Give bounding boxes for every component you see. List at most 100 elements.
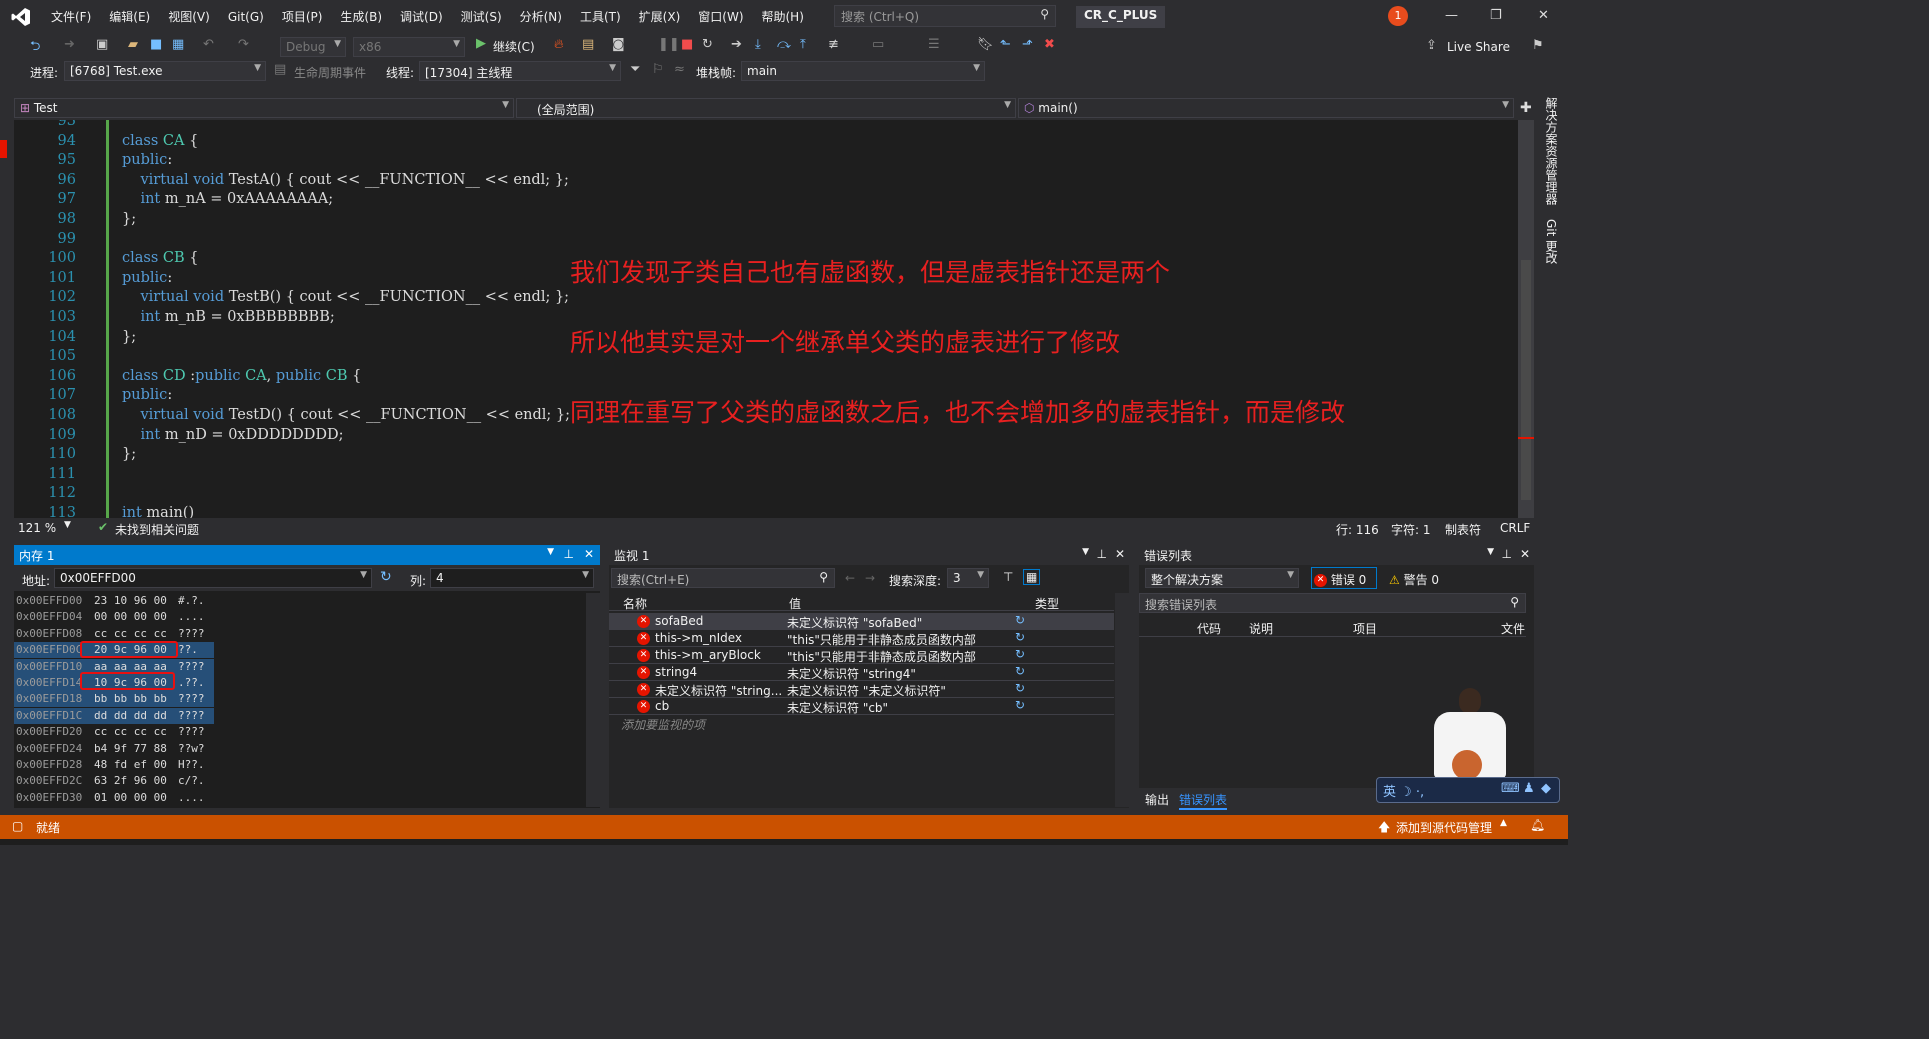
reevaluate-icon[interactable]: ↻ — [380, 569, 392, 585]
vs-logo-icon[interactable] — [0, 0, 42, 34]
menu-item[interactable]: 生成(B) — [331, 0, 391, 34]
code-line[interactable]: }; — [122, 211, 136, 227]
errors-filter-button[interactable]: ✕ 错误 0 — [1311, 567, 1377, 589]
stop-icon[interactable]: ■ — [681, 37, 693, 52]
pane-dropdown-icon[interactable]: ▼ — [1082, 547, 1089, 557]
refresh-icon[interactable]: ↻ — [1015, 630, 1025, 644]
continue-icon[interactable]: ▶ — [476, 36, 486, 51]
split-editor-icon[interactable]: ✚ — [1520, 100, 1532, 116]
code-line[interactable]: int m_nD = 0xDDDDDDDD; — [122, 427, 343, 443]
show-next-statement-icon[interactable]: ➔ — [731, 37, 742, 52]
minimize-button[interactable]: — — [1445, 8, 1458, 23]
columns-select[interactable]: 4 ▼ — [430, 568, 594, 588]
restart-icon[interactable]: ↻ — [702, 37, 713, 52]
close-button[interactable]: ✕ — [1538, 8, 1549, 23]
memory-row[interactable]: 0x00EFFD30 01 00 00 00.... — [14, 790, 214, 806]
col-code-header[interactable]: 代码 — [1197, 620, 1221, 637]
bookmark-icon[interactable]: 🔖︎ — [977, 37, 994, 52]
search-depth-select[interactable]: 3 ▼ — [947, 568, 989, 588]
step-into-icon[interactable]: ⤓ — [755, 37, 761, 52]
flag-icon[interactable]: ⚐ — [652, 62, 664, 77]
hex-icon[interactable]: ▦ — [1023, 569, 1041, 585]
process-select[interactable]: [6768] Test.exe ▼ — [64, 61, 266, 81]
pane-dropdown-icon[interactable]: ▼ — [1487, 547, 1494, 557]
memory-row[interactable]: 0x00EFFD1C dd dd dd dd???? — [14, 707, 214, 724]
ime-toolbar[interactable]: 英 ☽ ·, ⌨ ♟ ◆ — [1376, 777, 1560, 803]
code-line[interactable]: }; — [122, 446, 136, 462]
solution-explorer-tab[interactable]: 解决方案资源管理器 — [1543, 97, 1560, 205]
stack-frame-select[interactable]: main ▼ — [741, 61, 985, 81]
step-over-icon[interactable]: ⤼ — [777, 37, 791, 52]
live-share-button[interactable]: Live Share — [1447, 40, 1510, 54]
add-watch-hint[interactable]: 添加要监视的项 — [621, 716, 705, 733]
watch-name[interactable]: sofaBed — [655, 614, 781, 628]
refresh-icon[interactable]: ↻ — [1015, 681, 1025, 695]
col-file-header[interactable]: 文件 — [1501, 620, 1525, 637]
lifecycle-events-button[interactable]: 生命周期事件 — [294, 64, 366, 81]
watch-row[interactable]: ✕ cb 未定义标识符 "cb" ↻ — [609, 698, 1114, 715]
screenshot-icon[interactable]: ◙ — [612, 37, 625, 52]
error-scope-select[interactable]: 整个解决方案 ▼ — [1145, 568, 1299, 588]
watch-row[interactable]: ✕ 未定义标识符 "string... 未定义标识符 "未定义标识符" ↻ — [609, 681, 1114, 698]
keyboard-icon[interactable]: ⌨ — [1501, 781, 1520, 796]
pin-icon[interactable]: ⊥ — [564, 547, 574, 561]
scroll-thumb[interactable] — [1521, 260, 1531, 500]
live-share-icon[interactable]: ⇪ — [1426, 38, 1437, 53]
menu-item[interactable]: 调试(D) — [391, 0, 452, 34]
watch-row[interactable]: ✕ this->m_aryBlock "this"只能用于非静态成员函数内部 ↻ — [609, 647, 1114, 664]
watch-name[interactable]: cb — [655, 699, 781, 713]
memory-row[interactable]: 0x00EFFD20 cc cc cc cc???? — [14, 724, 214, 740]
notification-badge[interactable]: 1 — [1388, 6, 1408, 26]
watch-name[interactable]: this->m_nIdex — [655, 631, 781, 645]
output-tab[interactable]: 输出 — [1145, 791, 1169, 808]
menu-item[interactable]: 窗口(W) — [689, 0, 752, 34]
add-watch-item[interactable]: 添加要监视的项 — [609, 715, 1114, 732]
memory-row[interactable]: 0x00EFFD08 cc cc cc cc???? — [14, 626, 214, 642]
memory-row[interactable]: 0x00EFFD24 b4 9f 77 88 ??w? — [14, 741, 214, 757]
error-search-input[interactable]: 搜索错误列表 ⚲ — [1139, 593, 1526, 613]
next-bookmark-icon[interactable]: ⬏ — [1022, 37, 1033, 52]
redo-icon[interactable]: ↷ — [238, 37, 249, 52]
issues-status[interactable]: 未找到相关问题 — [115, 521, 199, 538]
code-line[interactable]: virtual void TestD() { cout << __FUNCTIO… — [122, 407, 570, 423]
maximize-button[interactable]: ❐ — [1490, 8, 1502, 23]
undo-icon[interactable]: ↶ — [203, 37, 214, 52]
step-out-icon[interactable]: ⤒ — [800, 37, 806, 52]
pin-icon[interactable]: ⊥ — [1502, 547, 1512, 561]
watch-name[interactable]: 未定义标识符 "string... — [655, 682, 781, 699]
thread-flag-icon[interactable]: ≈ — [674, 62, 685, 77]
code-line[interactable]: class CA { — [122, 133, 198, 149]
code-line[interactable]: int main() — [122, 505, 194, 518]
code-editor[interactable]: class CA {public: virtual void TestA() {… — [106, 120, 1518, 518]
git-changes-tab[interactable]: Git 更改 — [1543, 219, 1560, 264]
close-pane-icon[interactable]: ✕ — [1115, 547, 1125, 561]
menu-item[interactable]: 视图(V) — [159, 0, 219, 34]
watch-name[interactable]: string4 — [655, 665, 781, 679]
zoom-dropdown-icon[interactable]: ▼ — [64, 520, 71, 530]
line-indicator[interactable]: 行: 116 — [1336, 521, 1379, 538]
watch-scrollbar[interactable] — [1115, 593, 1129, 807]
search-back-icon[interactable]: ← — [845, 571, 855, 585]
back-icon[interactable]: ⮌ — [30, 37, 40, 59]
col-value-header[interactable]: 值 — [789, 595, 801, 612]
feedback-icon[interactable]: ⚑ — [1532, 38, 1544, 53]
comment-icon[interactable]: ▭ — [872, 37, 884, 52]
notifications-bell-icon[interactable]: 🔔︎ — [1530, 818, 1545, 832]
scope-select[interactable]: (全局范围) ▼ — [516, 98, 1016, 118]
member-select[interactable]: ⬡ main() ▼ — [1018, 98, 1514, 118]
menu-item[interactable]: 编辑(E) — [100, 0, 159, 34]
forward-icon[interactable]: ➜ — [64, 37, 75, 52]
menu-item[interactable]: 分析(N) — [511, 0, 571, 34]
watch-row[interactable]: ✕ sofaBed 未定义标识符 "sofaBed" ↻ — [609, 613, 1114, 630]
source-control-button[interactable]: 添加到源代码管理 — [1396, 819, 1492, 836]
new-project-icon[interactable]: ▣ — [96, 37, 108, 52]
error-list-tab[interactable]: 错误列表 — [1179, 791, 1228, 810]
configuration-select[interactable]: Debug ▼ — [280, 37, 346, 57]
zoom-level[interactable]: 121 % — [18, 521, 56, 535]
menu-item[interactable]: 扩展(X) — [630, 0, 690, 34]
close-pane-icon[interactable]: ✕ — [1520, 547, 1530, 561]
clear-bookmarks-icon[interactable]: ✖ — [1044, 37, 1055, 52]
col-indicator[interactable]: 字符: 1 — [1391, 521, 1431, 538]
code-line[interactable]: class CD :public CA, public CB { — [122, 368, 361, 384]
menu-item[interactable]: 文件(F) — [42, 0, 100, 34]
